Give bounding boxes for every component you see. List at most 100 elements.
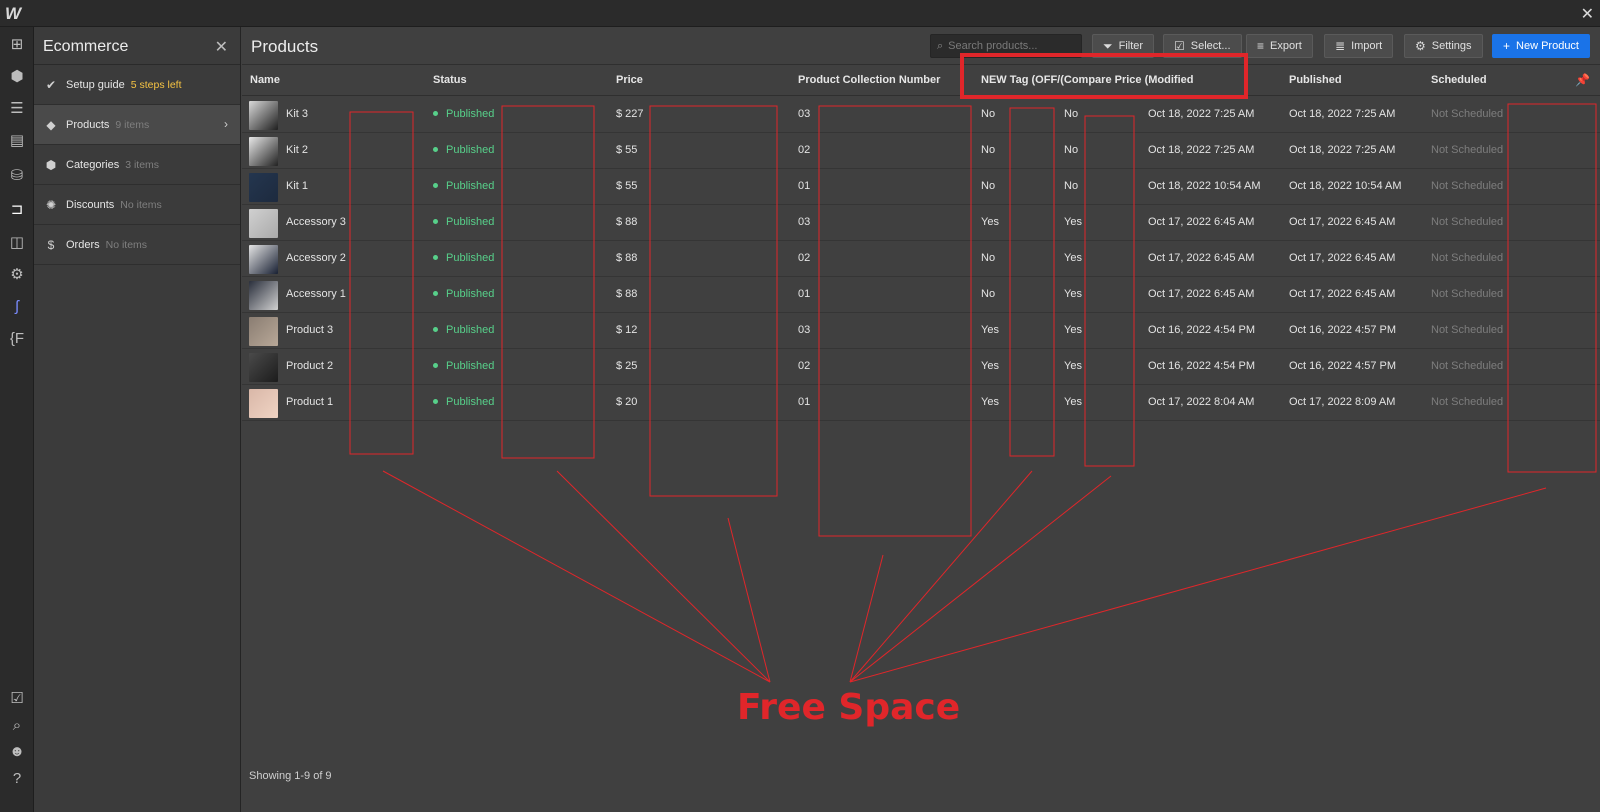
product-name: Accessory 2 <box>286 252 346 264</box>
nav-item-categories[interactable]: ⬢ Categories 3 items <box>34 145 240 185</box>
fonts-icon[interactable]: {F <box>7 328 27 348</box>
scheduled-cell: Not Scheduled <box>1431 324 1504 336</box>
new-tag-cell: No <box>981 108 996 120</box>
close-icon[interactable]: ✕ <box>1581 4 1594 24</box>
nav-label: Products <box>66 118 110 131</box>
settings-gear-icon[interactable]: ⚙ <box>7 264 27 284</box>
product-name: Product 2 <box>286 360 334 372</box>
col-collection-number[interactable]: Product Collection Number <box>798 74 940 86</box>
select-button[interactable]: ☑ Select... <box>1163 34 1242 58</box>
logic-icon[interactable]: ʃ <box>7 296 27 316</box>
pin-icon[interactable]: 📌 <box>1575 73 1590 87</box>
table-row[interactable]: Kit 3 Published $ 227 03 No No Oct 18, 2022 7:… <box>242 97 1600 133</box>
table-row[interactable]: Kit 2 Published $ 55 02 No No Oct 18, 2022 7:2… <box>242 133 1600 169</box>
status-dot-icon <box>433 182 438 188</box>
scheduled-cell: Not Scheduled <box>1431 216 1504 228</box>
col-new-tag-compare-modified[interactable]: NEW Tag (OFF/(Compare Price (Modified <box>981 74 1193 86</box>
settings-button[interactable]: ⚙ Settings <box>1404 34 1483 58</box>
status-dot-icon <box>433 254 438 260</box>
compare-price-cell: No <box>1064 144 1079 156</box>
import-icon: ≣ <box>1335 39 1346 53</box>
pages-icon[interactable]: ▤ <box>7 130 27 150</box>
filter-label: Filter <box>1118 40 1144 52</box>
table-row[interactable]: Accessory 3 Published $ 88 03 Yes Yes Oct 17, … <box>242 205 1600 241</box>
import-button[interactable]: ≣ Import <box>1324 34 1394 58</box>
nav-count: No items <box>120 198 162 211</box>
new-tag-cell: No <box>981 180 996 192</box>
search-icon[interactable]: ⌕ <box>7 715 27 735</box>
table-row[interactable]: Accessory 1 Published $ 88 01 No Yes Oct 17, 2… <box>242 277 1600 313</box>
nav-item-setup-guide[interactable]: ✔ Setup guide 5 steps left <box>34 65 240 105</box>
export-label: Export <box>1270 40 1302 52</box>
webflow-logo[interactable]: W <box>5 4 25 23</box>
collection-number-cell: 03 <box>798 108 811 120</box>
tag-icon: ◆ <box>46 117 56 132</box>
product-name: Kit 1 <box>286 180 309 192</box>
assets-icon[interactable]: ◫ <box>7 232 27 252</box>
scheduled-cell: Not Scheduled <box>1431 252 1504 264</box>
status-dot-icon <box>433 326 438 332</box>
price-cell: $ 88 <box>616 252 638 264</box>
new-tag-cell: Yes <box>981 216 999 228</box>
table-row[interactable]: Kit 1 Published $ 55 01 No No Oct 18, 2022 10:… <box>242 169 1600 205</box>
tasks-check-icon[interactable]: ☑ <box>7 688 27 708</box>
product-name: Product 1 <box>286 396 334 408</box>
modified-cell: Oct 18, 2022 7:25 AM <box>1148 144 1255 156</box>
status-text: Published <box>446 360 495 372</box>
nav-item-orders[interactable]: $ Orders No items <box>34 225 240 265</box>
status-badge: Published <box>433 108 494 120</box>
table-row[interactable]: Product 1 Published $ 20 01 Yes Yes Oct 17, 20… <box>242 385 1600 421</box>
users-icon[interactable]: ☻ <box>7 741 27 761</box>
col-scheduled[interactable]: Scheduled <box>1431 74 1487 86</box>
nav-item-products[interactable]: ◆ Products 9 items › <box>34 105 240 145</box>
components-icon[interactable]: ⬢ <box>7 66 27 86</box>
published-cell: Oct 17, 2022 6:45 AM <box>1289 288 1396 300</box>
compare-price-cell: Yes <box>1064 324 1082 336</box>
nav-item-discounts[interactable]: ✺ Discounts No items <box>34 185 240 225</box>
new-product-button[interactable]: + New Product <box>1492 34 1590 58</box>
col-status[interactable]: Status <box>433 74 467 86</box>
search-input[interactable] <box>948 40 1073 52</box>
add-panel-icon[interactable]: ⊞ <box>7 34 27 54</box>
panel-header: Ecommerce ✕ <box>34 27 240 65</box>
product-thumbnail <box>249 137 278 166</box>
status-badge: Published <box>433 360 494 372</box>
col-published[interactable]: Published <box>1289 74 1342 86</box>
price-cell: $ 55 <box>616 144 638 156</box>
price-cell: $ 12 <box>616 324 638 336</box>
export-icon: ≡ <box>1257 39 1265 53</box>
dollar-icon: $ <box>47 237 55 252</box>
scheduled-cell: Not Scheduled <box>1431 180 1504 192</box>
collection-number-cell: 02 <box>798 144 811 156</box>
product-thumbnail <box>249 173 278 202</box>
new-tag-cell: Yes <box>981 396 999 408</box>
published-cell: Oct 17, 2022 6:45 AM <box>1289 216 1396 228</box>
status-dot-icon <box>433 146 438 152</box>
ecommerce-cart-icon[interactable]: ⊐ <box>7 199 27 219</box>
table-row[interactable]: Accessory 2 Published $ 88 02 No Yes Oct 17, 2… <box>242 241 1600 277</box>
status-text: Published <box>446 324 495 336</box>
status-badge: Published <box>433 288 494 300</box>
new-tag-cell: Yes <box>981 360 999 372</box>
filter-button[interactable]: ⏷ Filter <box>1092 34 1155 58</box>
status-badge: Published <box>433 216 494 228</box>
table-row[interactable]: Product 3 Published $ 12 03 Yes Yes Oct 16, 20… <box>242 313 1600 349</box>
pagination-summary: Showing 1-9 of 9 <box>249 770 332 782</box>
panel-close-icon[interactable]: ✕ <box>215 37 228 57</box>
product-thumbnail <box>249 389 278 418</box>
table-row[interactable]: Product 2 Published $ 25 02 Yes Yes Oct 16, 20… <box>242 349 1600 385</box>
status-dot-icon <box>433 290 438 296</box>
col-price[interactable]: Price <box>616 74 643 86</box>
navigator-icon[interactable]: ☰ <box>7 98 27 118</box>
modified-cell: Oct 17, 2022 8:04 AM <box>1148 396 1255 408</box>
status-text: Published <box>446 396 495 408</box>
search-box[interactable]: ⌕ <box>930 34 1082 58</box>
price-cell: $ 88 <box>616 216 638 228</box>
nav-count: 9 items <box>115 118 150 131</box>
export-button[interactable]: ≡ Export <box>1246 34 1313 58</box>
modified-cell: Oct 18, 2022 10:54 AM <box>1148 180 1261 192</box>
help-icon[interactable]: ? <box>7 768 27 788</box>
col-name[interactable]: Name <box>250 74 280 86</box>
cms-icon[interactable]: ⛁ <box>7 165 27 185</box>
compare-price-cell: Yes <box>1064 360 1082 372</box>
